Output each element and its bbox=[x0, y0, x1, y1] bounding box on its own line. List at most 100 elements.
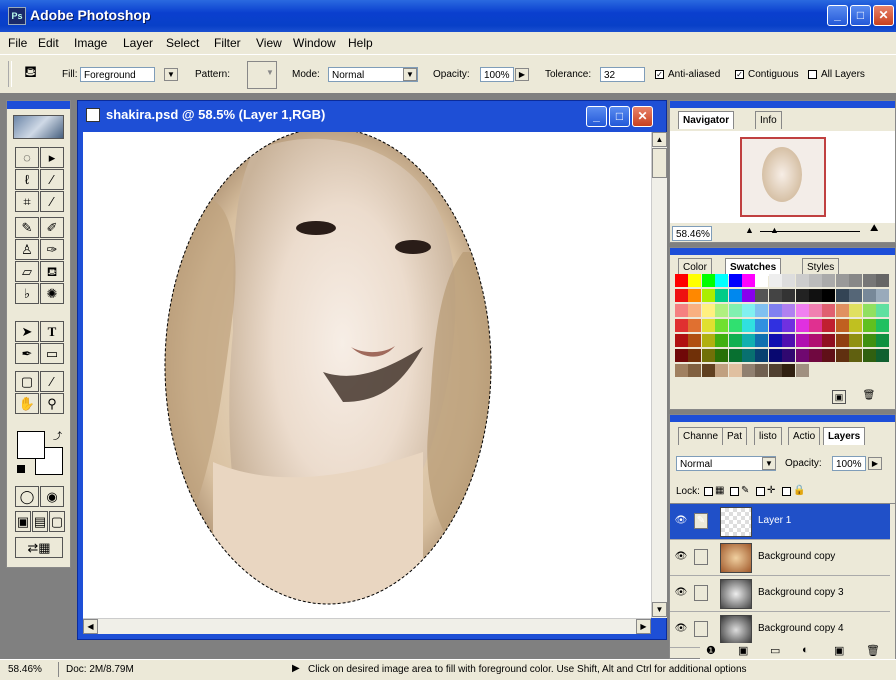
zoom-in-icon[interactable]: ⛰ bbox=[870, 223, 878, 234]
swatch[interactable] bbox=[876, 334, 889, 347]
close-button[interactable]: ✕ bbox=[873, 5, 894, 26]
tab-history[interactable]: listo bbox=[754, 427, 782, 445]
swatch[interactable] bbox=[755, 274, 769, 287]
menu-file[interactable]: File bbox=[8, 36, 27, 50]
swatch[interactable] bbox=[688, 274, 702, 287]
tab-paths[interactable]: Pat bbox=[722, 427, 748, 445]
swatch[interactable] bbox=[795, 289, 809, 302]
swatch[interactable] bbox=[701, 319, 715, 332]
swatch[interactable] bbox=[809, 334, 822, 347]
swatch[interactable] bbox=[795, 274, 809, 287]
swatch[interactable] bbox=[715, 304, 729, 317]
brush-icon[interactable]: ✎ bbox=[694, 513, 708, 529]
tab-navigator[interactable]: Navigator bbox=[678, 111, 735, 129]
navigator-preview[interactable] bbox=[740, 137, 826, 217]
lasso-tool-icon[interactable]: ℓ bbox=[15, 169, 39, 190]
screen-mode-full-icon[interactable]: ▢ bbox=[49, 511, 65, 532]
swatch[interactable] bbox=[728, 274, 742, 287]
swatch[interactable] bbox=[768, 334, 782, 347]
tab-channels[interactable]: Channe bbox=[678, 427, 724, 445]
screen-mode-menu-icon[interactable]: ▤ bbox=[32, 511, 48, 532]
swatch[interactable] bbox=[742, 364, 755, 377]
swatch[interactable] bbox=[701, 349, 715, 362]
status-doc-size[interactable]: Doc: 2M/8.79M bbox=[66, 664, 134, 675]
swatch[interactable] bbox=[688, 349, 702, 362]
swatch[interactable] bbox=[795, 334, 809, 347]
eye-icon[interactable]: 👁 bbox=[674, 623, 688, 635]
pen-tool-icon[interactable]: ✒ bbox=[15, 343, 39, 364]
swatch[interactable] bbox=[742, 274, 755, 287]
swatch[interactable] bbox=[835, 319, 849, 332]
swatch[interactable] bbox=[742, 304, 755, 317]
menu-edit[interactable]: Edit bbox=[38, 36, 59, 50]
swatch[interactable] bbox=[782, 334, 796, 347]
swatch[interactable] bbox=[849, 289, 863, 302]
tab-actions[interactable]: Actio bbox=[788, 427, 821, 445]
swatch[interactable] bbox=[675, 274, 688, 287]
swatch[interactable] bbox=[876, 319, 889, 332]
swatch[interactable] bbox=[809, 319, 822, 332]
swatch[interactable] bbox=[701, 274, 715, 287]
swatch[interactable] bbox=[876, 349, 889, 362]
swatch[interactable] bbox=[688, 334, 702, 347]
opacity-arrow-icon[interactable]: ▶ bbox=[515, 68, 529, 81]
maximize-button[interactable]: □ bbox=[850, 5, 871, 26]
scroll-left-icon[interactable]: ◀ bbox=[83, 619, 98, 634]
swatch[interactable] bbox=[728, 289, 742, 302]
swatch[interactable] bbox=[809, 349, 822, 362]
magic-wand-tool-icon[interactable]: ⁄ bbox=[40, 169, 64, 190]
path-select-tool-icon[interactable]: ➤ bbox=[15, 321, 39, 342]
swatch[interactable] bbox=[768, 349, 782, 362]
doc-minimize-button[interactable]: _ bbox=[586, 106, 607, 127]
layer-row-background-copy-3[interactable]: 👁 Background copy 3 bbox=[670, 576, 890, 612]
swatch[interactable] bbox=[782, 319, 796, 332]
swatch[interactable] bbox=[795, 304, 809, 317]
vertical-scrollbar[interactable]: ▲ ▼ bbox=[651, 132, 667, 618]
swatch[interactable] bbox=[675, 334, 688, 347]
tolerance-field[interactable]: 32 bbox=[600, 67, 645, 82]
menu-select[interactable]: Select bbox=[166, 36, 199, 50]
eye-icon[interactable]: 👁 bbox=[674, 587, 688, 599]
swatch[interactable] bbox=[849, 334, 863, 347]
swatch[interactable] bbox=[728, 349, 742, 362]
swatch[interactable] bbox=[742, 319, 755, 332]
swatch[interactable] bbox=[835, 289, 849, 302]
scroll-down-icon[interactable]: ▼ bbox=[652, 602, 667, 617]
swatch[interactable] bbox=[675, 349, 688, 362]
jump-to-imageready-icon[interactable]: ⇄▦ bbox=[15, 537, 63, 558]
paint-bucket-icon[interactable]: ⛾ bbox=[24, 63, 37, 83]
menu-image[interactable]: Image bbox=[74, 36, 107, 50]
zoom-tool-icon[interactable]: ⚲ bbox=[40, 393, 64, 414]
swatch[interactable] bbox=[742, 349, 755, 362]
horizontal-scrollbar[interactable]: ◀ ▶ bbox=[83, 618, 651, 634]
swatch[interactable] bbox=[701, 334, 715, 347]
swatch[interactable] bbox=[876, 289, 889, 302]
navigator-panel-header[interactable] bbox=[670, 101, 895, 108]
swatch[interactable] bbox=[675, 364, 688, 377]
swatch[interactable] bbox=[822, 304, 836, 317]
swatch[interactable] bbox=[715, 349, 729, 362]
swatch[interactable] bbox=[688, 304, 702, 317]
swatch[interactable] bbox=[782, 289, 796, 302]
zoom-out-icon[interactable]: ▲ bbox=[745, 225, 754, 235]
swatch[interactable] bbox=[715, 364, 729, 377]
lock-image-checkbox[interactable] bbox=[730, 487, 739, 496]
menu-view[interactable]: View bbox=[256, 36, 282, 50]
default-colors-icon[interactable] bbox=[17, 465, 25, 473]
brush-tool-icon[interactable]: ✐ bbox=[40, 217, 64, 238]
swatch[interactable] bbox=[701, 364, 715, 377]
swatch[interactable] bbox=[742, 289, 755, 302]
menu-layer[interactable]: Layer bbox=[123, 36, 153, 50]
swatch[interactable] bbox=[701, 304, 715, 317]
eyedropper-tool-icon[interactable]: ⁄ bbox=[40, 371, 64, 392]
navigator-zoom-field[interactable]: 58.46% bbox=[672, 226, 712, 241]
tab-info[interactable]: Info bbox=[755, 111, 782, 129]
swatch[interactable] bbox=[768, 319, 782, 332]
lock-position-checkbox[interactable] bbox=[756, 487, 765, 496]
scroll-up-icon[interactable]: ▲ bbox=[652, 132, 667, 147]
notes-tool-icon[interactable]: ▢ bbox=[15, 371, 39, 392]
blend-mode-select[interactable]: Normal bbox=[676, 456, 776, 471]
swatch[interactable] bbox=[755, 364, 769, 377]
screen-mode-standard-icon[interactable]: ▣ bbox=[15, 511, 31, 532]
anti-aliased-checkbox[interactable]: ✓ bbox=[655, 70, 664, 79]
